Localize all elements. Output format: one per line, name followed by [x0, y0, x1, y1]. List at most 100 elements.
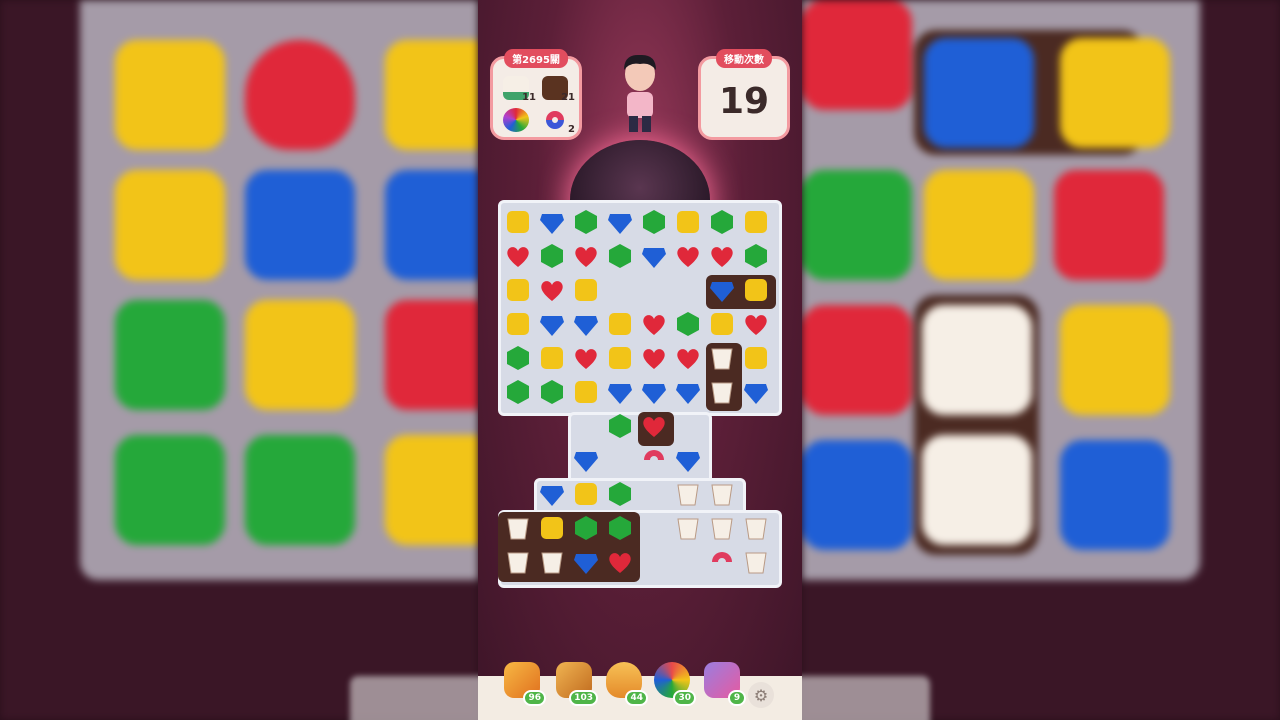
red-heart-gem[interactable]	[637, 307, 671, 341]
red-heart-gem[interactable]	[603, 545, 637, 579]
magnet-icon	[542, 108, 568, 132]
green-gem[interactable]	[705, 205, 739, 239]
yellow-gem[interactable]	[739, 205, 773, 239]
yellow-gem[interactable]	[603, 341, 637, 375]
booster-hammer[interactable]: 96	[500, 662, 546, 706]
blue-gem[interactable]	[603, 205, 637, 239]
coffee-cup[interactable]	[705, 477, 739, 511]
green-gem[interactable]	[569, 511, 603, 545]
red-heart-gem[interactable]	[501, 239, 535, 273]
green-gem[interactable]	[671, 307, 705, 341]
yellow-gem[interactable]	[671, 205, 705, 239]
blue-gem-shape	[540, 486, 564, 506]
green-gem-shape	[541, 244, 563, 268]
blue-gem[interactable]	[569, 443, 603, 477]
settings-button[interactable]: ⚙	[748, 682, 774, 708]
yellow-gem-shape	[745, 211, 767, 233]
yellow-gem[interactable]	[501, 205, 535, 239]
red-heart-gem[interactable]	[671, 239, 705, 273]
blue-gem[interactable]	[637, 239, 671, 273]
blue-gem[interactable]	[705, 273, 739, 307]
background-gem	[1060, 305, 1170, 415]
coffee-cup[interactable]	[739, 545, 773, 579]
red-heart-gem[interactable]	[535, 273, 569, 307]
yellow-gem[interactable]	[501, 273, 535, 307]
yellow-gem[interactable]	[569, 273, 603, 307]
booster-cannon[interactable]: 103	[552, 662, 598, 706]
yellow-gem[interactable]	[535, 511, 569, 545]
red-heart-gem[interactable]	[637, 409, 671, 443]
coffee-cup[interactable]	[739, 511, 773, 545]
background-gem	[115, 435, 225, 545]
yellow-gem[interactable]	[603, 307, 637, 341]
blue-gem[interactable]	[569, 545, 603, 579]
background-gem	[385, 435, 478, 545]
blue-gem[interactable]	[671, 443, 705, 477]
yellow-gem[interactable]	[535, 341, 569, 375]
blue-gem-shape	[642, 248, 666, 268]
blue-gem[interactable]	[535, 477, 569, 511]
magnet-booster[interactable]	[705, 545, 739, 579]
goal-item: 21	[538, 73, 575, 103]
yellow-gem[interactable]	[739, 341, 773, 375]
background-left	[0, 0, 478, 720]
magnet-booster-shape	[712, 552, 732, 562]
coffee-cup[interactable]	[705, 375, 739, 409]
red-heart-gem[interactable]	[671, 341, 705, 375]
coffee-cup[interactable]	[535, 545, 569, 579]
red-heart-gem-shape	[711, 247, 733, 267]
yellow-gem[interactable]	[705, 307, 739, 341]
green-gem[interactable]	[637, 205, 671, 239]
yellow-gem[interactable]	[569, 375, 603, 409]
green-gem-shape	[643, 210, 665, 234]
booster-count: 96	[523, 690, 546, 706]
blue-gem[interactable]	[671, 375, 705, 409]
coffee-cup[interactable]	[671, 477, 705, 511]
background-gem	[1054, 170, 1164, 280]
level-label: 第2695關	[504, 49, 568, 68]
green-gem[interactable]	[603, 409, 637, 443]
blue-gem[interactable]	[569, 307, 603, 341]
goal-count: 21	[561, 92, 575, 103]
green-gem[interactable]	[603, 511, 637, 545]
blue-gem-shape	[540, 214, 564, 234]
green-gem[interactable]	[603, 239, 637, 273]
green-gem[interactable]	[535, 375, 569, 409]
yellow-gem[interactable]	[569, 477, 603, 511]
green-gem[interactable]	[603, 477, 637, 511]
red-heart-gem[interactable]	[739, 307, 773, 341]
red-heart-gem[interactable]	[569, 341, 603, 375]
yellow-gem[interactable]	[501, 307, 535, 341]
coffee-cup[interactable]	[501, 545, 535, 579]
coffee-cup[interactable]	[501, 511, 535, 545]
green-gem[interactable]	[501, 375, 535, 409]
booster-pinwheel[interactable]: 30	[650, 662, 696, 706]
yellow-gem-shape	[745, 347, 767, 369]
booster-card[interactable]: 9	[700, 662, 746, 706]
magnet-booster[interactable]	[637, 443, 671, 477]
red-heart-gem[interactable]	[637, 341, 671, 375]
blue-gem[interactable]	[603, 375, 637, 409]
yellow-gem[interactable]	[739, 273, 773, 307]
yellow-gem-shape	[507, 313, 529, 335]
blue-gem[interactable]	[637, 375, 671, 409]
red-heart-gem[interactable]	[569, 239, 603, 273]
coffee-cup[interactable]	[705, 341, 739, 375]
blue-gem[interactable]	[739, 375, 773, 409]
green-gem[interactable]	[501, 341, 535, 375]
yellow-gem-shape	[677, 211, 699, 233]
booster-rocket[interactable]: 44	[602, 662, 648, 706]
goal-count: 2	[568, 124, 575, 135]
background-gem	[115, 40, 225, 150]
blue-gem-shape	[676, 452, 700, 472]
coffee-cup[interactable]	[671, 511, 705, 545]
red-heart-gem[interactable]	[705, 239, 739, 273]
blue-gem-shape	[710, 282, 734, 302]
coffee-cup[interactable]	[705, 511, 739, 545]
blue-gem[interactable]	[535, 307, 569, 341]
green-gem[interactable]	[535, 239, 569, 273]
green-gem[interactable]	[739, 239, 773, 273]
background-gem	[924, 38, 1034, 148]
green-gem[interactable]	[569, 205, 603, 239]
blue-gem[interactable]	[535, 205, 569, 239]
